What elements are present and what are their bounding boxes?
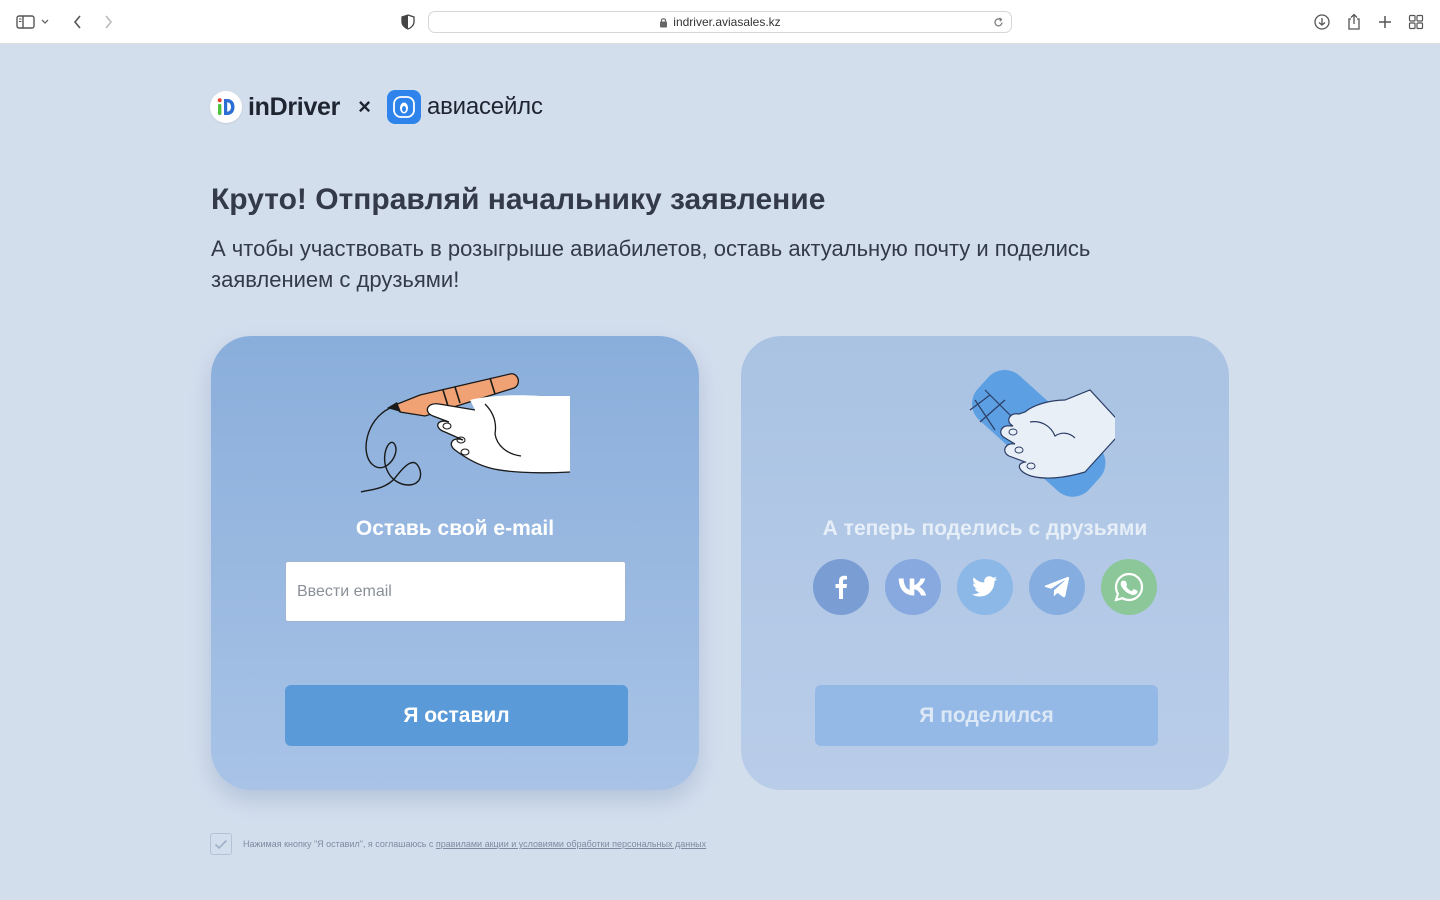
- whatsapp-icon: [1114, 572, 1144, 602]
- indriver-wordmark: inDriver: [248, 92, 341, 121]
- address-bar[interactable]: indriver.aviasales.kz: [428, 11, 1012, 33]
- facebook-icon: [835, 575, 847, 599]
- consent-checkbox[interactable]: [210, 833, 232, 855]
- email-input[interactable]: [285, 561, 626, 622]
- email-card: Оставь свой e-mail Я оставил: [211, 336, 699, 790]
- tab-overview-icon[interactable]: [1404, 10, 1428, 34]
- page-title: Круто! Отправляй начальнику заявление: [211, 183, 826, 216]
- chevron-down-icon[interactable]: [38, 10, 52, 34]
- twitter-share-button[interactable]: [957, 559, 1013, 615]
- forward-icon[interactable]: [96, 10, 120, 34]
- privacy-shield-icon[interactable]: [396, 10, 420, 34]
- brand-separator: ×: [358, 94, 371, 119]
- email-card-title: Оставь свой e-mail: [355, 517, 555, 540]
- partner-logos: inDriver × авиасейлс: [210, 89, 543, 125]
- sidebar-toggle-icon[interactable]: [14, 10, 38, 34]
- share-card-title: А теперь поделись с друзьями: [822, 517, 1148, 540]
- social-share-buttons: [813, 559, 1157, 615]
- vk-share-button[interactable]: [885, 559, 941, 615]
- aviasales-logo-icon: [386, 90, 421, 124]
- consent-prefix: Нажимая кнопку "Я оставил", я соглашаюсь…: [243, 839, 436, 849]
- whatsapp-share-button[interactable]: [1101, 559, 1157, 615]
- downloads-icon[interactable]: [1310, 10, 1334, 34]
- checkmark-icon: [214, 839, 228, 849]
- page-subtitle: А чтобы участвовать в розыгрыше авиабиле…: [211, 236, 1091, 292]
- hand-with-pencil-illustration: [325, 360, 585, 500]
- twitter-icon: [972, 576, 997, 597]
- browser-toolbar: indriver.aviasales.kz: [0, 0, 1440, 44]
- lock-icon: [659, 17, 668, 28]
- share-icon[interactable]: [1342, 10, 1366, 34]
- facebook-share-button[interactable]: [813, 559, 869, 615]
- telegram-icon: [1044, 576, 1070, 598]
- aviasales-wordmark: авиасейлс: [426, 93, 543, 120]
- share-card: А теперь поделись с друзьями Я поделился: [741, 336, 1229, 790]
- submit-email-button[interactable]: Я оставил: [285, 685, 628, 746]
- consent-text: Нажимая кнопку "Я оставил", я соглашаюсь…: [243, 839, 706, 849]
- telegram-share-button[interactable]: [1029, 559, 1085, 615]
- reload-icon[interactable]: [991, 15, 1005, 29]
- new-tab-icon[interactable]: [1373, 10, 1397, 34]
- shared-confirm-button[interactable]: Я поделился: [815, 685, 1158, 746]
- hand-with-phone-illustration: [855, 360, 1126, 500]
- terms-link[interactable]: правилами акции и условиями обработки пе…: [436, 839, 706, 849]
- consent-row: Нажимая кнопку "Я оставил", я соглашаюсь…: [210, 833, 706, 855]
- back-icon[interactable]: [66, 10, 90, 34]
- indriver-logo-icon: [210, 91, 242, 123]
- url-text: indriver.aviasales.kz: [673, 15, 781, 29]
- vk-icon: [898, 578, 927, 596]
